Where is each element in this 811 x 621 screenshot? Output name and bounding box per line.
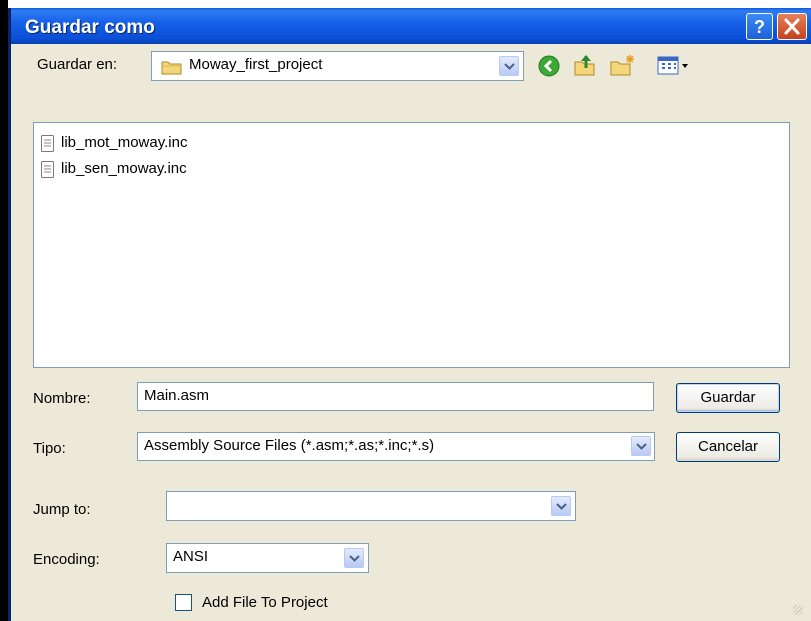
add-to-project-checkbox[interactable] [175,594,192,611]
type-label: Tipo: [33,440,66,457]
window-edge [0,0,8,621]
encoding-label: Encoding: [33,551,100,568]
new-folder-button[interactable] [609,52,637,78]
back-icon [538,55,560,77]
name-label: Nombre: [33,390,91,407]
folder-icon [161,61,182,75]
file-type-dropdown-button[interactable] [631,436,651,456]
window-title: Guardar como [25,17,155,38]
file-name-input[interactable]: Main.asm [137,382,654,411]
file-name: lib_sen_moway.inc [61,160,187,177]
cancel-button[interactable]: Cancelar [676,432,780,462]
save-as-dialog: Guardar como ? Guardar en: Moway_first_p… [8,8,811,621]
title-bar[interactable]: Guardar como ? [11,8,811,44]
view-menu-button[interactable] [656,55,696,77]
file-name-value: Main.asm [144,387,210,404]
encoding-value: ANSI [173,548,209,565]
close-button[interactable] [777,13,807,40]
add-to-project-label: Add File To Project [202,594,328,611]
view-menu-icon [657,56,688,75]
jump-to-label: Jump to: [33,501,91,518]
up-folder-icon [574,55,595,76]
jump-to-select[interactable] [166,491,576,521]
new-folder-icon [610,55,634,76]
back-button[interactable] [537,54,561,78]
save-button[interactable]: Guardar [676,383,780,413]
chevron-down-icon [556,503,567,510]
encoding-select[interactable]: ANSI [166,543,369,573]
save-in-dropdown-button[interactable] [499,56,519,76]
svg-text:?: ? [754,17,765,37]
resize-grip[interactable] [793,605,803,615]
save-in-label: Guardar en: [37,56,118,73]
file-type-select[interactable]: Assembly Source Files (*.asm;*.as;*.inc;… [137,432,655,461]
encoding-dropdown-button[interactable] [344,548,364,568]
file-name: lib_mot_moway.inc [61,134,188,151]
close-icon [784,18,800,35]
chevron-down-icon [636,443,647,450]
text-file-icon [41,161,54,178]
file-list[interactable]: lib_mot_moway.inc lib_sen_moway.inc [33,122,790,368]
file-type-value: Assembly Source Files (*.asm;*.as;*.inc;… [144,437,435,454]
help-button[interactable]: ? [746,13,773,40]
up-folder-button[interactable] [572,52,598,78]
text-file-icon [41,135,54,152]
save-in-value: Moway_first_project [189,56,323,73]
chevron-down-icon [349,555,360,562]
save-in-select[interactable]: Moway_first_project [151,51,524,81]
chevron-down-icon [504,63,515,70]
help-icon: ? [754,17,765,37]
jump-to-dropdown-button[interactable] [551,496,571,516]
